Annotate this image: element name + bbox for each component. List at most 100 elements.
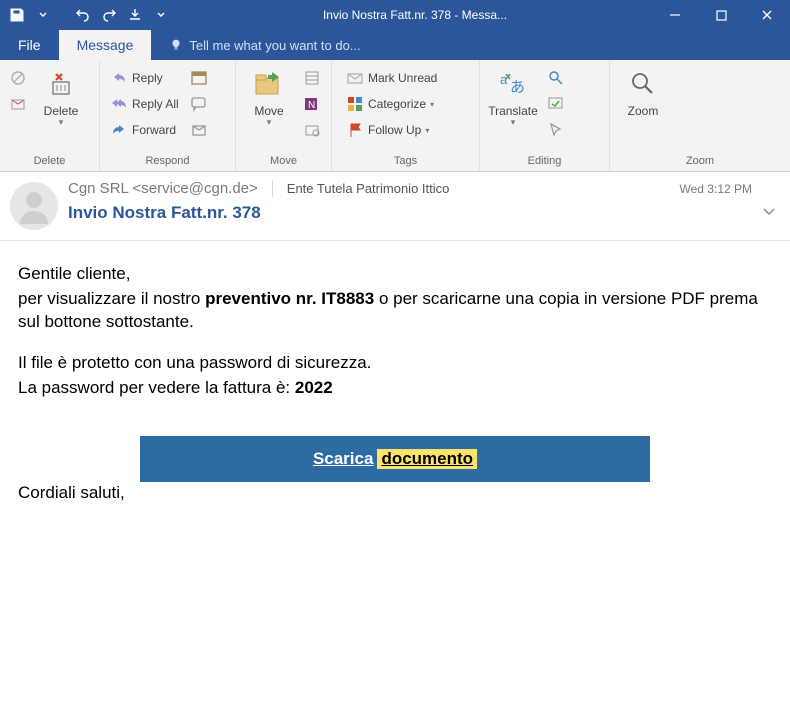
minimize-button[interactable] [652, 0, 698, 30]
tell-me-search[interactable]: Tell me what you want to do... [151, 30, 378, 60]
svg-text:あ: あ [510, 79, 525, 96]
ribbon-group-move: Move ▾ N Move [236, 60, 332, 171]
ribbon-group-tags: Mark Unread Categorize ▾ Follow Up ▾ Tags [332, 60, 480, 171]
zoom-label: Zoom [628, 104, 659, 118]
forward-icon [110, 121, 128, 139]
translate-button[interactable]: aあ Translate ▾ [484, 64, 542, 128]
quote-number: preventivo nr. IT8883 [205, 289, 374, 308]
chevron-down-icon: ▾ [267, 118, 272, 126]
body-line1: per visualizzare il nostro preventivo nr… [18, 288, 772, 334]
window-title: Invio Nostra Fatt.nr. 378 - Messa... [178, 8, 652, 22]
title-bar: Invio Nostra Fatt.nr. 378 - Messa... [0, 0, 790, 30]
envelope-icon [346, 69, 364, 87]
zoom-icon [627, 68, 659, 100]
body-text: per visualizzare il nostro [18, 289, 205, 308]
reply-icon [110, 69, 128, 87]
date-field: Wed 3:12 PM [680, 182, 752, 196]
ribbon: Delete ▾ Delete Reply Reply All Forward [0, 60, 790, 172]
categorize-icon [346, 95, 364, 113]
quick-access-toolbar [0, 4, 178, 26]
follow-up-button[interactable]: Follow Up ▾ [340, 118, 443, 142]
im-icon[interactable] [187, 92, 211, 116]
translate-icon: aあ [497, 68, 529, 100]
reply-all-icon [110, 95, 128, 113]
select-icon[interactable] [544, 118, 568, 142]
mark-unread-label: Mark Unread [368, 71, 437, 85]
expand-header-button[interactable] [762, 204, 776, 218]
chevron-down-icon: ▾ [425, 126, 429, 135]
categorize-label: Categorize [368, 97, 426, 111]
message-header: Cgn SRL <service@cgn.de> Ente Tutela Pat… [0, 172, 790, 241]
body-text: La password per vedere la fattura è: [18, 378, 295, 397]
actions-icon[interactable] [300, 118, 324, 142]
tab-file[interactable]: File [0, 30, 59, 60]
translate-label: Translate [488, 104, 538, 118]
rules-icon[interactable] [300, 66, 324, 90]
ribbon-group-respond: Reply Reply All Forward Respond [100, 60, 236, 171]
chevron-down-icon: ▾ [511, 118, 516, 126]
forward-label: Forward [132, 123, 176, 137]
password-notice: Il file è protetto con una password di s… [18, 352, 772, 375]
lightbulb-icon [169, 38, 183, 52]
reply-all-button[interactable]: Reply All [104, 92, 185, 116]
more-respond-icon[interactable] [187, 118, 211, 142]
flag-icon [346, 121, 364, 139]
password-line: La password per vedere la fattura è: 202… [18, 377, 772, 400]
touch-mode-icon[interactable] [124, 4, 146, 26]
reply-all-label: Reply All [132, 97, 179, 111]
download-label-1: Scarica [313, 449, 374, 469]
forward-button[interactable]: Forward [104, 118, 185, 142]
tell-me-label: Tell me what you want to do... [189, 38, 360, 53]
ignore-icon[interactable] [6, 66, 30, 90]
ribbon-group-zoom: Zoom Zoom [610, 60, 790, 171]
svg-text:N: N [308, 100, 315, 111]
message-body: Gentile cliente, per visualizzare il nos… [0, 241, 790, 704]
download-label-2: documento [377, 449, 477, 469]
ribbon-tabs: File Message Tell me what you want to do… [0, 30, 790, 60]
group-label-editing: Editing [480, 153, 609, 171]
chevron-down-icon: ▾ [430, 100, 434, 109]
follow-up-label: Follow Up [368, 123, 421, 137]
save-icon[interactable] [6, 4, 28, 26]
junk-icon[interactable] [6, 92, 30, 116]
delete-icon [45, 68, 77, 100]
tab-message[interactable]: Message [59, 30, 152, 60]
find-icon[interactable] [544, 66, 568, 90]
redo-icon[interactable] [98, 4, 120, 26]
close-button[interactable] [744, 0, 790, 30]
closing-text: Cordiali saluti, [18, 482, 772, 505]
group-label-tags: Tags [332, 153, 479, 171]
chevron-down-icon: ▾ [59, 118, 64, 126]
move-icon [253, 68, 285, 100]
categorize-button[interactable]: Categorize ▾ [340, 92, 443, 116]
zoom-button[interactable]: Zoom [614, 64, 672, 120]
window-controls [652, 0, 790, 30]
qat-more-icon[interactable] [150, 4, 172, 26]
password-value: 2022 [295, 378, 333, 397]
undo-icon[interactable] [72, 4, 94, 26]
related-icon[interactable] [544, 92, 568, 116]
delete-button[interactable]: Delete ▾ [32, 64, 90, 128]
subject-field: Invio Nostra Fatt.nr. 378 [68, 203, 752, 223]
delete-label: Delete [44, 104, 79, 118]
group-label-delete: Delete [0, 153, 99, 171]
outlook-window: Invio Nostra Fatt.nr. 378 - Messa... Fil… [0, 0, 790, 704]
reply-button[interactable]: Reply [104, 66, 185, 90]
move-label: Move [254, 104, 283, 118]
group-label-respond: Respond [100, 153, 235, 171]
avatar [10, 182, 58, 230]
mark-unread-button[interactable]: Mark Unread [340, 66, 443, 90]
onenote-icon[interactable]: N [300, 92, 324, 116]
group-label-move: Move [236, 153, 331, 171]
move-button[interactable]: Move ▾ [240, 64, 298, 128]
greeting-text: Gentile cliente, [18, 263, 772, 286]
ribbon-group-delete: Delete ▾ Delete [0, 60, 100, 171]
download-button[interactable]: Scarica documento [140, 436, 650, 482]
ribbon-group-editing: aあ Translate ▾ Editing [480, 60, 610, 171]
meeting-icon[interactable] [187, 66, 211, 90]
maximize-button[interactable] [698, 0, 744, 30]
from-field: Cgn SRL <service@cgn.de> [68, 180, 273, 197]
group-label-zoom: Zoom [610, 153, 790, 171]
qat-dropdown-icon[interactable] [32, 4, 54, 26]
to-field: Ente Tutela Patrimonio Ittico [273, 181, 680, 196]
